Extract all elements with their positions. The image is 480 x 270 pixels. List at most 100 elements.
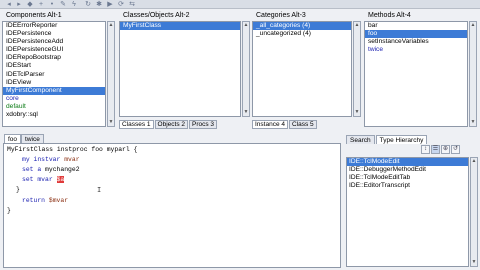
code-keyword: set mvar bbox=[22, 176, 53, 183]
sync-icon[interactable]: ⇆ bbox=[128, 1, 136, 8]
scroll-up-icon[interactable]: ▲ bbox=[471, 158, 477, 165]
methods-list: bar foo setInstanceVariables twice bbox=[364, 21, 468, 127]
hierarchy-panel: Search Type Hierarchy ↕ ☰ ⊕ ↺ IDE::TclMo… bbox=[344, 130, 480, 270]
classes-title: Classes/Objects Alt-2 bbox=[123, 12, 190, 19]
list-item-selected[interactable]: IDE::TclModeEdit bbox=[347, 158, 468, 167]
refresh-icon[interactable]: ↻ bbox=[84, 1, 92, 8]
methods-panel: Methods Alt-4 bar foo setInstanceVariabl… bbox=[362, 9, 480, 130]
list-item[interactable]: IDEPersistenceAdd bbox=[3, 38, 105, 46]
list-item[interactable]: IDEPersistenceGUI bbox=[3, 46, 105, 54]
list-item[interactable]: core bbox=[3, 95, 105, 103]
code-line-7: } bbox=[7, 207, 11, 214]
selected-text: $a bbox=[56, 176, 65, 183]
list-item[interactable]: IDE::TclModeEditTab bbox=[347, 174, 468, 182]
list-item-selected[interactable]: MyFirstClass bbox=[120, 22, 240, 31]
tab-foo[interactable]: foo bbox=[4, 134, 22, 143]
list-item[interactable]: IDE::EditorTranscript bbox=[347, 182, 468, 190]
code-line-1: MyFirstClass instproc foo myparl { bbox=[7, 146, 138, 153]
scroll-up-icon[interactable]: ▲ bbox=[108, 22, 114, 29]
hierarchy-tools: ↕ ☰ ⊕ ↺ bbox=[421, 145, 460, 154]
tab-objects[interactable]: Objects 2 bbox=[154, 120, 189, 129]
code-text: mychange2 bbox=[45, 166, 80, 173]
cycle-icon[interactable]: ⟳ bbox=[117, 1, 125, 8]
categories-panel: Categories Alt-3 _all_categories (4) _un… bbox=[250, 9, 362, 130]
scroll-down-icon[interactable]: ▼ bbox=[108, 119, 114, 126]
classes-scrollbar[interactable]: ▲ ▼ bbox=[242, 21, 250, 117]
scroll-down-icon[interactable]: ▼ bbox=[471, 259, 477, 266]
forward-icon[interactable]: ▸ bbox=[15, 1, 23, 8]
tab-class[interactable]: Class 5 bbox=[289, 120, 317, 129]
back-icon[interactable]: ◂ bbox=[5, 1, 13, 8]
scroll-down-icon[interactable]: ▼ bbox=[243, 109, 249, 116]
tab-twice[interactable]: twice bbox=[21, 134, 44, 143]
list-item[interactable]: IDE::DebuggerMethodEdit bbox=[347, 166, 468, 174]
bolt-icon[interactable]: ϟ bbox=[70, 1, 78, 8]
tab-search[interactable]: Search bbox=[346, 135, 375, 144]
categories-title: Categories Alt-3 bbox=[256, 12, 306, 19]
list-item[interactable]: IDEView bbox=[3, 79, 105, 87]
code-line-6: return $mvar bbox=[22, 197, 68, 204]
list-item[interactable]: xdobry::sql bbox=[3, 111, 105, 119]
text-cursor-icon: I bbox=[97, 187, 102, 195]
list-item-selected[interactable]: _all_categories (4) bbox=[253, 22, 351, 31]
code-keyword: my instvar bbox=[22, 156, 61, 163]
type-hierarchy-list: IDE::TclModeEdit IDE::DebuggerMethodEdit… bbox=[346, 157, 469, 267]
run-icon[interactable]: ▶ bbox=[106, 1, 114, 8]
list-item[interactable]: IDERepoBootstrap bbox=[3, 54, 105, 62]
code-line-5: } bbox=[16, 186, 20, 193]
code-keyword: set a bbox=[22, 166, 42, 173]
code-line-4: set mvar $a bbox=[22, 176, 65, 183]
list-item[interactable]: IDEStart bbox=[3, 62, 105, 70]
tab-instance[interactable]: Instance 4 bbox=[252, 120, 288, 129]
add-icon[interactable]: + bbox=[37, 1, 45, 8]
components-panel: Components Alt-1 IDEErrorReporter IDEPer… bbox=[0, 9, 117, 130]
scroll-up-icon[interactable]: ▲ bbox=[243, 22, 249, 29]
list-item[interactable]: _uncategorized (4) bbox=[253, 30, 351, 38]
hierarchy-toggle-icon[interactable]: ↕ bbox=[421, 145, 430, 154]
methods-title: Methods Alt-4 bbox=[368, 12, 411, 19]
methods-scrollbar[interactable]: ▲ ▼ bbox=[469, 21, 477, 127]
list-item-selected[interactable]: MyFirstComponent bbox=[3, 86, 105, 95]
code-editor[interactable]: MyFirstClass instproc foo myparl { my in… bbox=[3, 143, 341, 268]
add-filter-icon[interactable]: ⊕ bbox=[441, 145, 450, 154]
code-variable: mvar bbox=[64, 156, 80, 163]
scroll-down-icon[interactable]: ▼ bbox=[354, 109, 360, 116]
code-variable: $mvar bbox=[48, 197, 69, 204]
list-item[interactable]: bar bbox=[365, 22, 467, 30]
pin-icon[interactable]: • bbox=[48, 1, 56, 8]
list-item[interactable]: IDEPersistence bbox=[3, 30, 105, 38]
main-toolbar: ◂ ▸ ◆ + • ✎ ϟ ↻ ✱ ▶ ⟳ ⇆ bbox=[0, 0, 480, 9]
editor-panel: foo twice MyFirstClass instproc foo mypa… bbox=[0, 130, 344, 270]
components-scrollbar[interactable]: ▲ ▼ bbox=[107, 21, 115, 127]
classes-panel: Classes/Objects Alt-2 MyFirstClass ▲ ▼ C… bbox=[117, 9, 250, 130]
right-pane-tabs: Search Type Hierarchy bbox=[346, 135, 428, 144]
hierarchy-filter-icon[interactable]: ☰ bbox=[431, 145, 440, 154]
components-list: IDEErrorReporter IDEPersistence IDEPersi… bbox=[2, 21, 106, 127]
components-title: Components Alt-1 bbox=[6, 12, 62, 19]
scroll-up-icon[interactable]: ▲ bbox=[354, 22, 360, 29]
tab-classes[interactable]: Classes 1 bbox=[119, 120, 154, 129]
classes-tabs: Classes 1 Objects 2 Procs 3 bbox=[119, 120, 218, 129]
wrench-icon[interactable]: ✎ bbox=[59, 1, 67, 8]
categories-list: _all_categories (4) _uncategorized (4) bbox=[252, 21, 352, 117]
list-item[interactable]: twice bbox=[365, 46, 467, 54]
code-line-3: set a mychange2 bbox=[22, 166, 80, 173]
categories-scrollbar[interactable]: ▲ ▼ bbox=[353, 21, 361, 117]
scroll-down-icon[interactable]: ▼ bbox=[470, 119, 476, 126]
classes-list: MyFirstClass bbox=[119, 21, 241, 117]
list-item[interactable]: IDEErrorReporter bbox=[3, 22, 105, 30]
categories-tabs: Instance 4 Class 5 bbox=[252, 120, 317, 129]
editor-tabs: foo twice bbox=[4, 134, 44, 143]
bug-icon[interactable]: ✱ bbox=[95, 1, 103, 8]
code-keyword: return bbox=[22, 197, 46, 204]
refresh-hierarchy-icon[interactable]: ↺ bbox=[451, 145, 460, 154]
class-icon[interactable]: ◆ bbox=[26, 1, 34, 8]
list-item[interactable]: setInstanceVariables bbox=[365, 38, 467, 46]
list-item[interactable]: IDETclParser bbox=[3, 71, 105, 79]
hierarchy-scrollbar[interactable]: ▲ ▼ bbox=[470, 157, 478, 267]
scroll-up-icon[interactable]: ▲ bbox=[470, 22, 476, 29]
list-item-selected[interactable]: foo bbox=[365, 30, 467, 39]
tab-procs[interactable]: Procs 3 bbox=[189, 120, 218, 129]
list-item[interactable]: default bbox=[3, 103, 105, 111]
tab-type-hierarchy[interactable]: Type Hierarchy bbox=[375, 135, 428, 144]
